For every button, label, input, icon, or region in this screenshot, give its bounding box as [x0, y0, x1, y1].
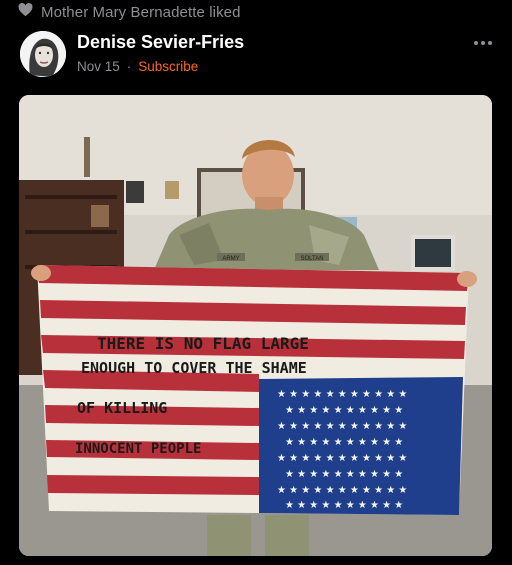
- more-options-button[interactable]: [472, 33, 494, 51]
- ellipsis-icon: [473, 33, 493, 51]
- army-tape: ARMY: [222, 256, 239, 262]
- svg-text:★ ★ ★ ★ ★ ★ ★ ★ ★ ★: ★ ★ ★ ★ ★ ★ ★ ★ ★ ★: [285, 405, 403, 416]
- sign-line-3: OF KILLING: [77, 399, 167, 417]
- post-photo[interactable]: SOLTAN ARMY ★ ★ ★ ★ ★ ★ ★ ★ ★ ★ ★ ★ ★ ★ …: [19, 95, 492, 556]
- svg-text:★ ★ ★ ★ ★ ★ ★ ★ ★ ★: ★ ★ ★ ★ ★ ★ ★ ★ ★ ★: [285, 500, 403, 511]
- meta-separator: ·: [126, 59, 132, 74]
- svg-text:★ ★ ★ ★ ★ ★ ★ ★ ★ ★: ★ ★ ★ ★ ★ ★ ★ ★ ★ ★: [285, 469, 403, 480]
- post-meta: Nov 15 · Subscribe: [77, 59, 198, 74]
- svg-text:★ ★ ★ ★ ★ ★ ★ ★ ★ ★ ★: ★ ★ ★ ★ ★ ★ ★ ★ ★ ★ ★: [277, 389, 407, 400]
- svg-text:★ ★ ★ ★ ★ ★ ★ ★ ★ ★ ★: ★ ★ ★ ★ ★ ★ ★ ★ ★ ★ ★: [277, 453, 407, 464]
- liked-by-text: Mother Mary Bernadette liked: [41, 3, 241, 21]
- post-header: Denise Sevier-Fries Nov 15 · Subscribe: [20, 31, 494, 81]
- svg-text:★ ★ ★ ★ ★ ★ ★ ★ ★ ★ ★: ★ ★ ★ ★ ★ ★ ★ ★ ★ ★ ★: [277, 421, 407, 432]
- heart-icon: [18, 2, 33, 22]
- sign-line-4: INNOCENT PEOPLE: [75, 441, 201, 457]
- sign-line-2: ENOUGH TO COVER THE SHAME: [81, 359, 307, 377]
- svg-text:★ ★ ★ ★ ★ ★ ★ ★ ★ ★ ★: ★ ★ ★ ★ ★ ★ ★ ★ ★ ★ ★: [277, 485, 407, 496]
- upside-down-flag: ★ ★ ★ ★ ★ ★ ★ ★ ★ ★ ★ ★ ★ ★ ★ ★ ★ ★ ★ ★ …: [31, 265, 477, 515]
- name-tape: SOLTAN: [300, 256, 323, 262]
- avatar[interactable]: [20, 31, 66, 77]
- sign-line-1: THERE IS NO FLAG LARGE: [97, 334, 309, 353]
- subscribe-link[interactable]: Subscribe: [138, 59, 198, 74]
- svg-text:★ ★ ★ ★ ★ ★ ★ ★ ★ ★: ★ ★ ★ ★ ★ ★ ★ ★ ★ ★: [285, 437, 403, 448]
- activity-row: Mother Mary Bernadette liked: [18, 2, 241, 22]
- author-name[interactable]: Denise Sevier-Fries: [77, 32, 244, 53]
- post-date: Nov 15: [77, 59, 120, 74]
